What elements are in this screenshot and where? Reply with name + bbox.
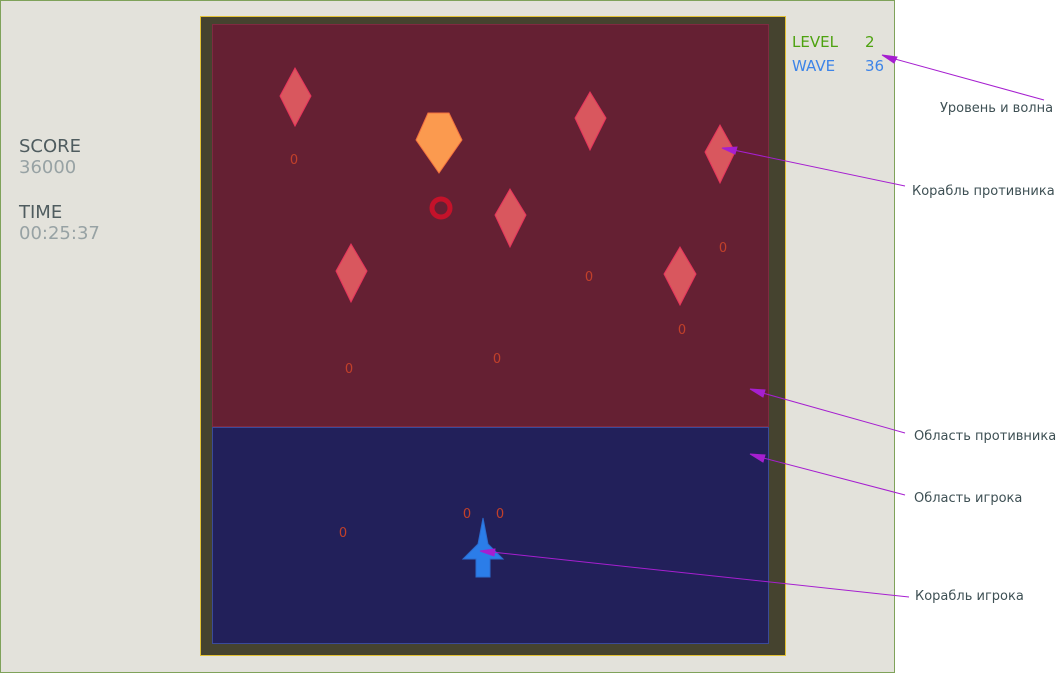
enemy-bullet: 0 — [678, 323, 686, 338]
arrow-head-icon — [749, 453, 766, 463]
annotation-line-player-area — [751, 454, 906, 496]
enemy-ship — [279, 66, 312, 128]
annotation-level-wave: Уровень и волна — [940, 101, 1054, 116]
explosion-ring — [429, 196, 453, 220]
annotation-enemy-ship: Корабль противника — [912, 184, 1055, 199]
enemy-ship — [663, 246, 697, 307]
annotation-line-player-ship — [481, 550, 910, 598]
annotation-line-level — [883, 55, 1045, 101]
enemy-bullet: 0 — [493, 352, 501, 367]
annotation-line-enemy-ship — [723, 147, 906, 187]
enemy-ship — [494, 188, 527, 249]
enemy-bullet: 0 — [339, 526, 347, 541]
enemy-bullet: 0 — [345, 362, 353, 377]
annotation-player-area: Область игрока — [914, 491, 1023, 506]
enemy-bullet: 0 — [463, 507, 471, 522]
annotation-enemy-area: Область противника — [914, 429, 1057, 444]
enemy-bullet: 0 — [290, 153, 298, 168]
player-ship — [461, 517, 505, 578]
arrow-head-icon — [749, 388, 766, 398]
enemy-ship — [574, 91, 607, 152]
annotation-line-enemy-area — [751, 389, 906, 434]
enemy-bullet: 0 — [719, 241, 727, 256]
boss-ship — [415, 112, 463, 174]
enemy-ship — [704, 123, 736, 185]
game-layer: 0 0 0 0 0 0 0 0 0 — [279, 54, 1045, 598]
game-screen: SCORE 36000 TIME 00:25:37 LEVEL 2 WAVE 3… — [0, 0, 1059, 673]
enemy-bullet: 0 — [496, 507, 504, 522]
enemy-bullet: 0 — [585, 270, 593, 285]
arrow-head-icon — [881, 54, 898, 64]
enemy-ship — [335, 242, 368, 304]
annotation-player-ship: Корабль игрока — [915, 589, 1024, 604]
